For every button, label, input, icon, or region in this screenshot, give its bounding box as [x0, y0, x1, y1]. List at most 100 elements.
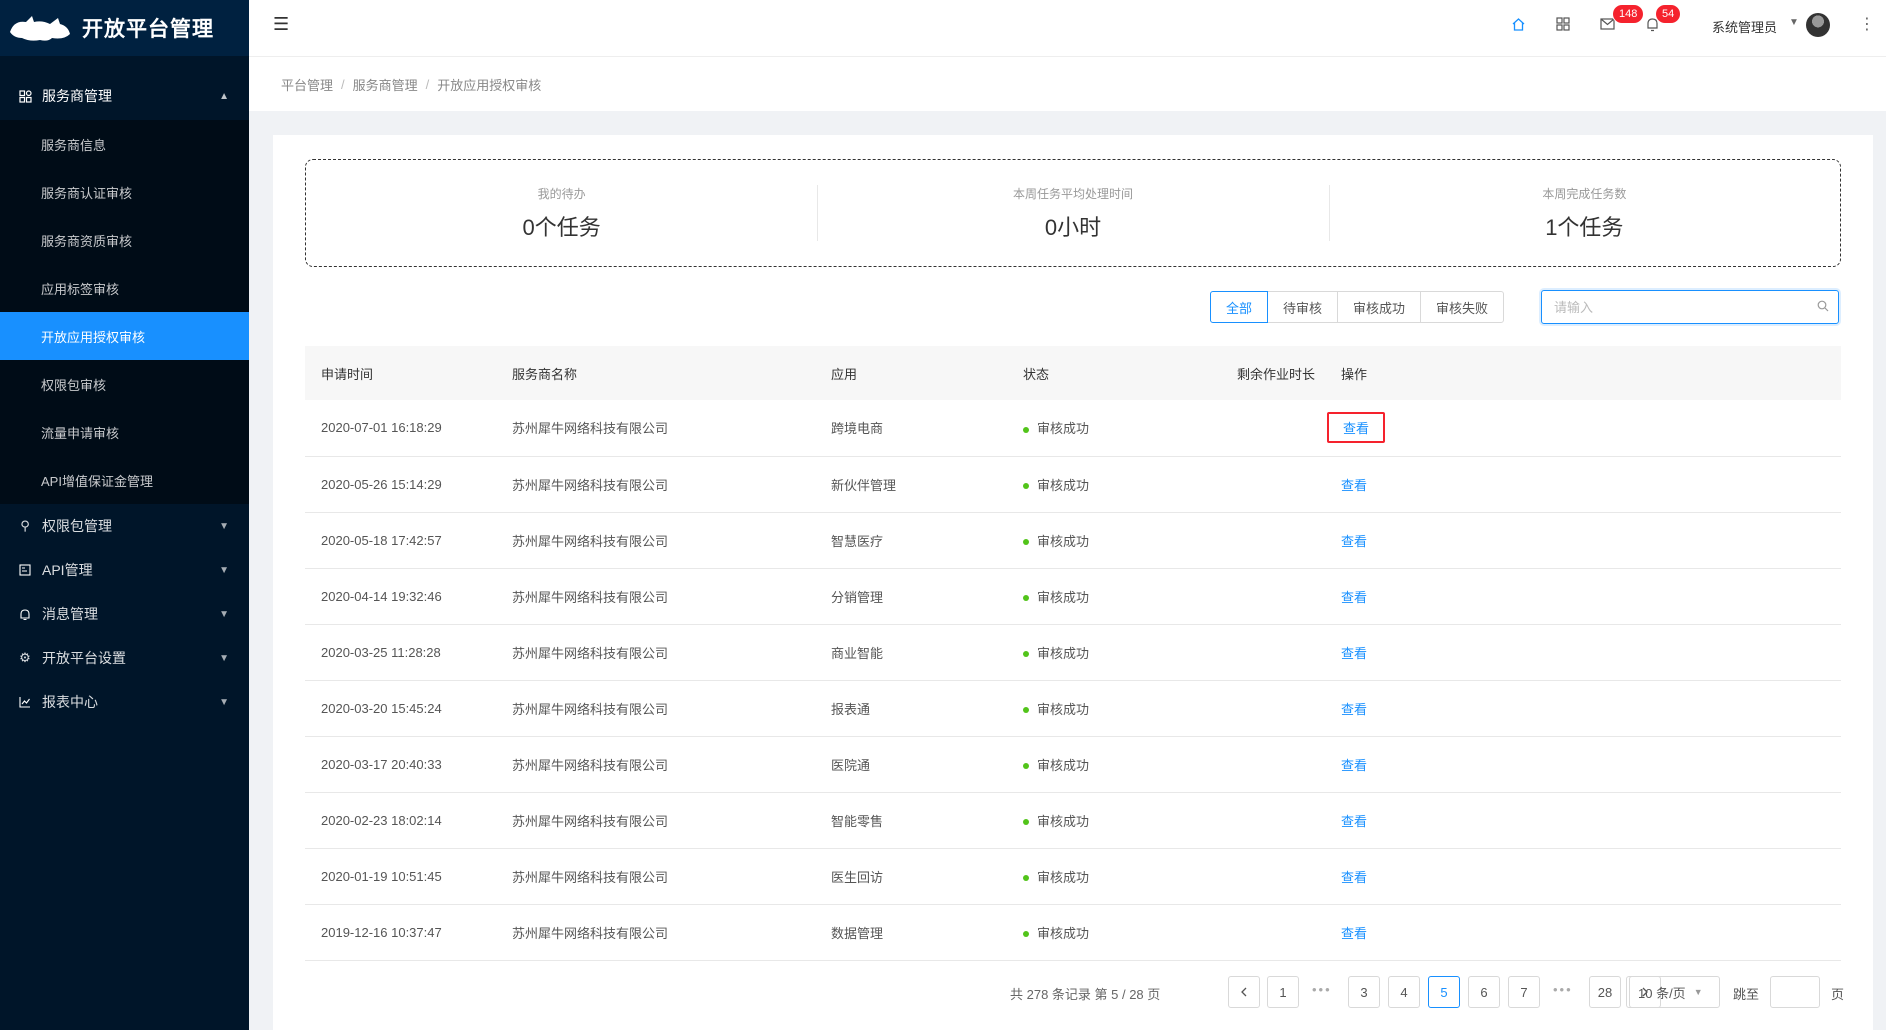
breadcrumb-item[interactable]: 平台管理	[281, 75, 333, 94]
cell-remaining	[1228, 736, 1325, 793]
pagination: 共 278 条记录 第 5 / 28 页 1 ••• 3 4 5 6 7 •••…	[273, 976, 1844, 1008]
sidebar-item-app-tag-review[interactable]: 应用标签审核	[0, 264, 249, 312]
page-button[interactable]: 7	[1508, 976, 1540, 1008]
bell-icon	[18, 607, 32, 621]
page-button[interactable]: 4	[1388, 976, 1420, 1008]
cell-vendor: 苏州犀牛网络科技有限公司	[496, 456, 815, 513]
stat-label: 我的待办	[537, 186, 586, 201]
page-size-select[interactable]: 10 条/页 ▼	[1626, 976, 1720, 1008]
column-header-time: 申请时间	[321, 366, 374, 382]
page-button[interactable]: 6	[1468, 976, 1500, 1008]
sidebar-menu-permission-package[interactable]: ⚲ 权限包管理 ▼	[0, 504, 249, 548]
table-row: 2019-12-16 10:37:47 苏州犀牛网络科技有限公司 数据管理 审核成功 查…	[305, 904, 1841, 961]
status-text: 审核成功	[1037, 869, 1090, 885]
sidebar-menu-api[interactable]: API管理 ▼	[0, 548, 249, 592]
prev-page-button[interactable]	[1228, 976, 1260, 1008]
column-header-action: 操作	[1341, 366, 1368, 382]
page-button[interactable]: 1	[1267, 976, 1299, 1008]
view-link[interactable]: 查看	[1327, 639, 1381, 666]
user-name[interactable]: 系统管理员	[1712, 17, 1777, 36]
menu-label: 消息管理	[42, 606, 98, 622]
status-dot-icon	[1023, 875, 1029, 882]
menu-fold-icon[interactable]: ☰	[273, 14, 289, 35]
view-link[interactable]: 查看	[1327, 807, 1381, 834]
menu-label: 权限包管理	[42, 518, 112, 534]
sidebar-menu-report-center[interactable]: 报表中心 ▼	[0, 680, 249, 724]
main-card: 我的待办 0个任务 本周任务平均处理时间 0小时 本周完成任务数 1个任务 全部…	[273, 135, 1873, 1030]
home-icon[interactable]	[1511, 17, 1526, 36]
view-link[interactable]: 查看	[1327, 919, 1381, 946]
api-icon	[18, 563, 32, 577]
sidebar-item-vendor-qualification-review[interactable]: 服务商资质审核	[0, 216, 249, 264]
sidebar-item-vendor-auth-review[interactable]: 服务商认证审核	[0, 168, 249, 216]
search-icon[interactable]	[1808, 300, 1838, 315]
cell-app: 智慧医疗	[815, 512, 1007, 569]
sidebar-item-app-authorization-review[interactable]: 开放应用授权审核	[0, 312, 249, 360]
apps-icon[interactable]	[1556, 17, 1570, 35]
chevron-down-icon: ▼	[219, 608, 229, 620]
status-dot-icon	[1023, 651, 1029, 658]
cell-action: 查看	[1325, 736, 1841, 793]
logo: 开放平台管理	[0, 0, 249, 56]
sidebar-item-traffic-request-review[interactable]: 流量申请审核	[0, 408, 249, 456]
stats-panel: 我的待办 0个任务 本周任务平均处理时间 0小时 本周完成任务数 1个任务	[305, 159, 1841, 267]
view-link[interactable]: 查看	[1327, 751, 1381, 778]
sidebar-group-label: 服务商管理	[42, 88, 112, 104]
view-link[interactable]: 查看	[1327, 471, 1381, 498]
jump-page-input[interactable]	[1770, 976, 1820, 1008]
view-link[interactable]: 查看	[1327, 412, 1386, 444]
sidebar-group-vendor[interactable]: 服务商管理 ▲	[0, 72, 249, 120]
status-text: 审核成功	[1037, 477, 1090, 493]
avatar[interactable]	[1806, 13, 1830, 37]
page-button-current[interactable]: 5	[1428, 976, 1460, 1008]
cell-remaining	[1228, 848, 1325, 905]
sidebar-item-api-deposit[interactable]: API增值保证金管理	[0, 456, 249, 504]
cell-remaining	[1228, 400, 1325, 457]
filter-all[interactable]: 全部	[1210, 291, 1269, 323]
view-link[interactable]: 查看	[1327, 583, 1381, 610]
ellipsis-icon[interactable]: •••	[1312, 982, 1332, 997]
status-text: 审核成功	[1037, 925, 1090, 941]
sidebar-item-permission-package-review[interactable]: 权限包审核	[0, 360, 249, 408]
view-link[interactable]: 查看	[1327, 863, 1381, 890]
ellipsis-icon[interactable]: •••	[1553, 982, 1573, 997]
cell-app: 新伙伴管理	[815, 456, 1007, 513]
app-title: 开放平台管理	[82, 18, 214, 41]
table-row: 2020-07-01 16:18:29 苏州犀牛网络科技有限公司 跨境电商 审核成功 查…	[305, 400, 1841, 457]
review-table: 申请时间 服务商名称 应用 状态 剩余作业时长 操作 2020-07-01 16…	[305, 346, 1841, 961]
chevron-down-icon[interactable]: ▼	[1789, 17, 1799, 28]
cell-time: 2020-03-25 11:28:28	[305, 624, 496, 681]
cell-time: 2019-12-16 10:37:47	[305, 904, 496, 961]
status-dot-icon	[1023, 426, 1029, 433]
cell-status: 审核成功	[1007, 568, 1228, 625]
filter-approved[interactable]: 审核成功	[1337, 291, 1422, 323]
cell-vendor: 苏州犀牛网络科技有限公司	[496, 792, 815, 849]
view-link[interactable]: 查看	[1327, 527, 1381, 554]
cell-app: 商业智能	[815, 624, 1007, 681]
page-button[interactable]: 3	[1348, 976, 1380, 1008]
cell-action: 查看	[1325, 624, 1841, 681]
cell-status: 审核成功	[1007, 904, 1228, 961]
sidebar-menu-platform-settings[interactable]: ⚙ 开放平台设置 ▼	[0, 636, 249, 680]
filter-rejected[interactable]: 审核失败	[1420, 291, 1505, 323]
cell-action: 查看	[1325, 904, 1841, 961]
status-filter-group: 全部 待审核 审核成功 审核失败	[1210, 291, 1505, 323]
cell-remaining	[1228, 680, 1325, 737]
cell-time: 2020-03-17 20:40:33	[305, 736, 496, 793]
sidebar-menu-message[interactable]: 消息管理 ▼	[0, 592, 249, 636]
more-vertical-icon[interactable]: ⋮	[1859, 14, 1875, 34]
status-dot-icon	[1023, 763, 1029, 770]
cell-app: 医生回访	[815, 848, 1007, 905]
search-input[interactable]	[1554, 299, 1808, 315]
breadcrumb-item[interactable]: 服务商管理	[353, 75, 418, 94]
filter-pending[interactable]: 待审核	[1267, 291, 1339, 323]
cell-vendor: 苏州犀牛网络科技有限公司	[496, 512, 815, 569]
breadcrumb-current: 开放应用授权审核	[437, 77, 542, 93]
status-dot-icon	[1023, 539, 1029, 546]
view-link[interactable]: 查看	[1327, 695, 1381, 722]
cell-vendor: 苏州犀牛网络科技有限公司	[496, 848, 815, 905]
mail-badge: 148	[1612, 4, 1645, 24]
page-button[interactable]: 28	[1589, 976, 1621, 1008]
sidebar-item-vendor-info[interactable]: 服务商信息	[0, 120, 249, 168]
stat-pending: 我的待办 0个任务	[306, 185, 817, 242]
